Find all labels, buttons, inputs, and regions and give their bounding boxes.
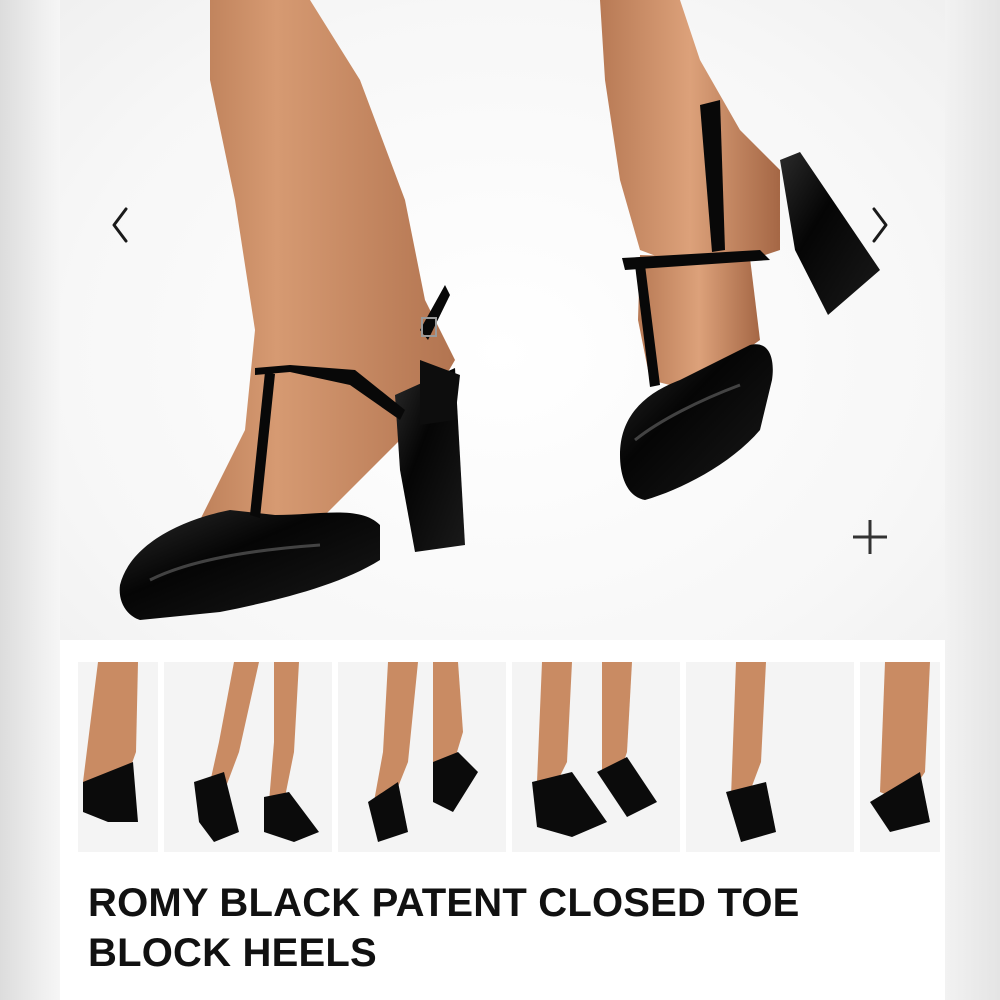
chevron-left-icon bbox=[112, 207, 128, 243]
plus-icon bbox=[853, 520, 887, 554]
thumbnail-2[interactable] bbox=[164, 662, 332, 852]
next-image-button[interactable] bbox=[860, 195, 900, 255]
chevron-right-icon bbox=[872, 207, 888, 243]
previous-image-button[interactable] bbox=[100, 195, 140, 255]
thumbnail-strip bbox=[78, 662, 940, 852]
thumbnail-5[interactable] bbox=[686, 662, 854, 852]
product-page: ROMY BLACK PATENT CLOSED TOE BLOCK HEELS bbox=[60, 0, 945, 1000]
thumbnail-4[interactable] bbox=[512, 662, 680, 852]
product-title: ROMY BLACK PATENT CLOSED TOE BLOCK HEELS bbox=[88, 881, 800, 975]
zoom-button[interactable] bbox=[845, 512, 895, 562]
thumbnail-6[interactable] bbox=[860, 662, 940, 852]
thumbnail-3[interactable] bbox=[338, 662, 506, 852]
main-product-image[interactable] bbox=[60, 0, 945, 640]
thumbnail-1[interactable] bbox=[78, 662, 158, 852]
shoe-photo bbox=[119, 0, 880, 620]
